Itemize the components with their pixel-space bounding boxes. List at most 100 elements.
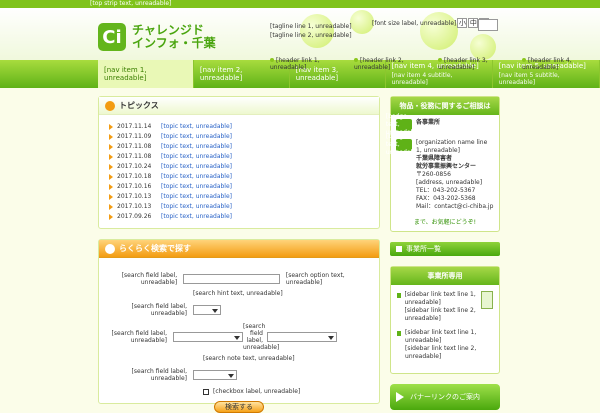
- topic-link[interactable]: [topic text, unreadable]: [161, 182, 232, 191]
- topic-row[interactable]: 2017.09.26 [topic text, unreadable]: [109, 212, 373, 221]
- topic-date: 2017.10.13: [117, 203, 152, 210]
- consult-row: [badge text, unreadable] [organization n…: [386, 133, 499, 215]
- header-link[interactable]: [header link 3, unreadable]: [438, 57, 516, 71]
- subcategory-select[interactable]: [267, 332, 337, 342]
- topic-link[interactable]: [topic text, unreadable]: [161, 132, 232, 141]
- category-select[interactable]: [173, 332, 243, 342]
- topic-row[interactable]: 2017.10.13 [topic text, unreadable]: [109, 192, 373, 201]
- topic-link[interactable]: [topic text, unreadable]: [161, 202, 232, 211]
- members-item[interactable]: [sidebar link text line 1, unreadable] […: [397, 291, 493, 323]
- search-hint: [search hint text, unreadable]: [193, 290, 283, 297]
- arrow-icon: [109, 143, 113, 150]
- main-content: トピックス 2017.11.14 [topic text, unreadable]…: [98, 96, 380, 413]
- members-box: 事業所専用 [sidebar link text line 1, unreada…: [390, 266, 500, 374]
- topics-list: 2017.11.14 [topic text, unreadable] 2017.…: [99, 115, 379, 228]
- topic-row[interactable]: 2017.11.14 [topic text, unreadable]: [109, 122, 373, 131]
- topic-link[interactable]: [topic text, unreadable]: [161, 122, 232, 131]
- search-row: [search field label, unreadable] [search…: [107, 323, 371, 351]
- font-size-small-button[interactable]: 小: [457, 18, 468, 28]
- magnifier-icon: [105, 243, 115, 254]
- header-link[interactable]: [header link 2, unreadable]: [354, 57, 432, 71]
- arrow-icon: [109, 153, 113, 160]
- postal: 〒260-0856: [416, 171, 451, 178]
- topic-row[interactable]: 2017.11.09 [topic text, unreadable]: [109, 132, 373, 141]
- members-item-line1: [sidebar link text line 1, unreadable]: [405, 329, 477, 344]
- top-strip-text: [top strip text, unreadable]: [90, 0, 172, 7]
- document-icon: [481, 291, 493, 309]
- mail[interactable]: Mail：contact@ci-chiba.jp: [416, 203, 494, 211]
- arrow-icon: [109, 203, 113, 210]
- org-info: [organization name line 1, unreadable] 千…: [416, 139, 494, 211]
- topic-date: 2017.09.26: [117, 213, 152, 220]
- topic-link[interactable]: [topic text, unreadable]: [161, 152, 232, 161]
- checkbox-label: [checkbox label, unreadable]: [213, 388, 301, 395]
- topic-row[interactable]: 2017.10.16 [topic text, unreadable]: [109, 182, 373, 191]
- topic-link[interactable]: [topic text, unreadable]: [161, 212, 232, 221]
- address: [address, unreadable]: [416, 179, 483, 186]
- members-title: 事業所専用: [391, 267, 499, 285]
- topic-link[interactable]: [topic text, unreadable]: [161, 192, 232, 201]
- area-select[interactable]: [193, 305, 221, 315]
- font-size-medium-button[interactable]: 中: [468, 18, 479, 28]
- nav-item-subtitle: [nav item 5 subtitle, unreadable]: [498, 72, 560, 86]
- tagline-line2: [tagline line 2, unreadable]: [270, 32, 352, 39]
- nav-item-home[interactable]: [nav item 1, unreadable]: [98, 60, 194, 88]
- arrow-icon: [109, 183, 113, 190]
- office-title: 各事業所: [416, 119, 441, 126]
- arrow-icon: [109, 133, 113, 140]
- banner-link-button[interactable]: バナーリンクのご案内: [390, 384, 500, 410]
- dot-icon: [397, 293, 401, 298]
- search-label: [search field label, unreadable]: [111, 330, 167, 344]
- topic-date: 2017.10.16: [117, 183, 152, 190]
- consult-closing-row: まで、お気軽にどうぞ!: [391, 215, 499, 231]
- topic-date: 2017.10.18: [117, 173, 152, 180]
- consult-row: [badge text, unreadable] 各事業所: [386, 113, 499, 136]
- header-link[interactable]: [header link 1, unreadable]: [270, 57, 348, 71]
- topic-link[interactable]: [topic text, unreadable]: [161, 142, 232, 151]
- topic-link[interactable]: [topic text, unreadable]: [161, 172, 232, 181]
- search-row: [search field label, unreadable] [search…: [107, 272, 371, 286]
- office-list-label: 事業所一覧: [406, 245, 441, 253]
- font-size-switcher: [font size label, unreadable] 小 中 大: [372, 18, 490, 28]
- topic-row[interactable]: 2017.10.18 [topic text, unreadable]: [109, 172, 373, 181]
- topic-row[interactable]: 2017.10.24 [topic text, unreadable]: [109, 162, 373, 171]
- arrow-icon: [109, 163, 113, 170]
- members-item-line2: [sidebar link text line 2, unreadable]: [404, 307, 476, 322]
- topic-row[interactable]: 2017.11.08 [topic text, unreadable]: [109, 152, 373, 161]
- search-label: [search field label, unreadable]: [131, 368, 187, 382]
- topic-date: 2017.11.08: [117, 153, 152, 160]
- office-list-button[interactable]: 事業所一覧: [390, 242, 500, 256]
- members-item[interactable]: [sidebar link text line 1, unreadable] […: [397, 329, 493, 361]
- nav-item-label: [nav item 1, unreadable]: [104, 66, 147, 82]
- top-strip: [top strip text, unreadable]: [0, 0, 600, 8]
- search-label: [search field label, unreadable]: [243, 323, 280, 351]
- search-label: [search field label, unreadable]: [131, 303, 187, 317]
- org-line3: 就労事業振興センター: [416, 163, 477, 170]
- header-search-box[interactable]: [478, 19, 498, 31]
- search-option: [search option text, unreadable]: [285, 272, 345, 286]
- topics-icon: [105, 100, 115, 111]
- header-links: [header link 1, unreadable] [header link…: [270, 57, 600, 71]
- topic-row[interactable]: 2017.11.08 [topic text, unreadable]: [109, 142, 373, 151]
- members-item-line2: [sidebar link text line 2, unreadable]: [405, 345, 477, 360]
- topic-row[interactable]: 2017.10.13 [topic text, unreadable]: [109, 202, 373, 211]
- checkbox[interactable]: [203, 388, 209, 395]
- header: Ci チャレンジド インフォ・千葉 [tagline line 1, unrea…: [0, 8, 600, 71]
- keyword-input[interactable]: [183, 274, 280, 284]
- sidebar: 物品・役務に関するご相談は [badge text, unreadable] 各…: [386, 96, 500, 410]
- easy-search-panel: らくらく検索で探す [search field label, unreadabl…: [98, 239, 380, 413]
- members-item-line1: [sidebar link text line 1, unreadable]: [404, 291, 476, 306]
- site-logo[interactable]: Ci チャレンジド インフォ・千葉: [98, 17, 264, 57]
- arrow-icon: [109, 213, 113, 220]
- org-line1: [organization name line 1, unreadable]: [416, 139, 488, 154]
- search-hint-row: [search hint text, unreadable]: [107, 290, 371, 297]
- members-item-text: [sidebar link text line 1, unreadable] […: [405, 291, 482, 323]
- header-link[interactable]: [header link 4, unreadable]: [522, 57, 600, 71]
- type-select[interactable]: [193, 370, 237, 380]
- search-row: [search field label, unreadable]: [107, 303, 371, 317]
- search-submit-button[interactable]: 検索する: [214, 401, 264, 413]
- topic-date: 2017.11.08: [117, 143, 152, 150]
- topics-header: トピックス: [99, 97, 379, 115]
- fax: FAX：043-202-5368: [416, 195, 476, 202]
- topic-link[interactable]: [topic text, unreadable]: [161, 162, 232, 171]
